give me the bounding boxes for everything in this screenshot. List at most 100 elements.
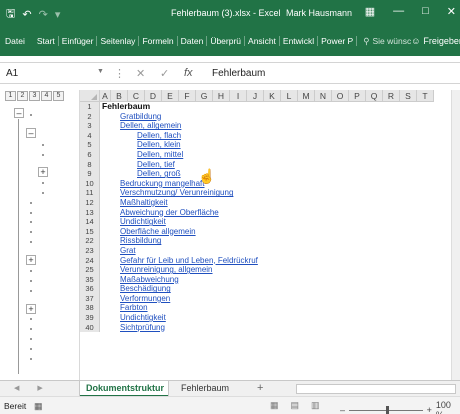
cell-link[interactable]: Dellen, allgemein — [100, 121, 181, 131]
outline-level-5[interactable]: 5 — [53, 91, 64, 101]
next-sheet-icon[interactable]: ▶ — [37, 384, 42, 392]
row-header[interactable]: 12 — [80, 197, 100, 208]
vertical-scrollbar[interactable] — [451, 90, 460, 380]
row-header[interactable]: 8 — [80, 159, 100, 170]
column-header-k[interactable]: K — [264, 90, 281, 102]
column-header-e[interactable]: E — [162, 90, 179, 102]
enter-icon[interactable]: ✓ — [160, 67, 169, 80]
outline-level-3[interactable]: 3 — [29, 91, 40, 101]
cell-link[interactable]: Verschmutzung/ Verunreinigung — [100, 188, 233, 198]
cell-link[interactable]: Dellen, flach — [100, 131, 181, 141]
page-break-view-icon[interactable]: ▥ — [311, 400, 320, 411]
row-header[interactable]: 15 — [80, 226, 100, 237]
row-header[interactable]: 38 — [80, 303, 100, 314]
tab-daten[interactable]: Daten — [178, 36, 208, 46]
column-header-s[interactable]: S — [400, 90, 417, 102]
add-sheet-button[interactable]: + — [257, 382, 263, 394]
zoom-in-icon[interactable]: + — [427, 405, 432, 414]
ribbon-display-icon[interactable]: ▦ — [365, 5, 375, 18]
cell-link[interactable]: Maßabweichung — [100, 275, 179, 285]
row-header[interactable]: 1 — [80, 102, 100, 112]
tab-entwicklertools[interactable]: Entwickl — [280, 36, 319, 46]
cell-link[interactable]: Gefahr für Leib und Leben, Feldrückruf — [100, 256, 258, 266]
column-header-p[interactable]: P — [349, 90, 366, 102]
column-header-m[interactable]: M — [298, 90, 315, 102]
row-header[interactable]: 35 — [80, 274, 100, 285]
tab-datei[interactable]: Datei — [0, 36, 34, 46]
outline-level-1[interactable]: 1 — [5, 91, 16, 101]
row-header[interactable]: 39 — [80, 313, 100, 323]
cell-link[interactable]: Dellen, mittel — [100, 150, 183, 160]
customize-qat-icon[interactable]: ▾ — [55, 8, 61, 21]
cell-link[interactable]: Maßhaltigkeit — [100, 198, 168, 208]
row-header[interactable]: 5 — [80, 140, 100, 150]
row-header[interactable]: 13 — [80, 207, 100, 218]
tab-power-pivot[interactable]: Power P — [318, 36, 358, 46]
tab-seitenlayout[interactable]: Seitenlay — [97, 36, 140, 46]
tab-ansicht[interactable]: Ansicht — [245, 36, 280, 46]
column-header-n[interactable]: N — [315, 90, 332, 102]
redo-icon[interactable]: ↷ — [39, 8, 48, 21]
user-name[interactable]: Mark Hausmann — [286, 8, 352, 18]
outline-level-2[interactable]: 2 — [17, 91, 28, 101]
cell-link[interactable]: Verformungen — [100, 294, 170, 304]
zoom-out-icon[interactable]: – — [340, 405, 345, 414]
row-header[interactable]: 40 — [80, 322, 100, 333]
page-layout-view-icon[interactable]: ▤ — [291, 400, 300, 411]
row-header[interactable]: 3 — [80, 121, 100, 131]
cell-link[interactable]: Dellen, groß — [100, 169, 181, 179]
row-header[interactable]: 2 — [80, 111, 100, 122]
undo-icon[interactable]: ↶ — [22, 8, 31, 21]
cell-link[interactable]: Undichtigkeit — [100, 313, 166, 323]
column-header-r[interactable]: R — [383, 90, 400, 102]
row-header[interactable]: 22 — [80, 236, 100, 246]
previous-sheet-icon[interactable]: ◀ — [14, 384, 19, 392]
row-header[interactable]: 36 — [80, 284, 100, 294]
normal-view-icon[interactable]: ▦ — [270, 400, 279, 411]
cancel-icon[interactable]: ✕ — [136, 67, 145, 80]
row-header[interactable]: 4 — [80, 130, 100, 141]
cell-link[interactable]: Dellen, tief — [100, 160, 175, 170]
zoom-slider-knob[interactable] — [386, 405, 390, 414]
cell-link[interactable]: Abweichung der Oberfläche — [100, 208, 219, 218]
cell-link[interactable]: Dellen, klein — [100, 140, 181, 150]
tell-me-box[interactable]: ⚲ Sie wünsc — [357, 36, 411, 47]
macro-record-icon[interactable]: ▦ — [34, 401, 43, 412]
cell-link[interactable]: Oberfläche allgemein — [100, 227, 196, 237]
expand-icon[interactable]: + — [38, 167, 48, 177]
collapse-icon[interactable]: – — [14, 108, 24, 118]
formula-input[interactable]: Fehlerbaum — [212, 68, 265, 79]
tab-ueberpruefen[interactable]: Überprü — [207, 36, 246, 46]
cell-link[interactable]: Farbton — [100, 303, 148, 313]
expand-icon[interactable]: + — [26, 304, 36, 314]
column-header-i[interactable]: I — [230, 90, 247, 102]
name-box[interactable]: A1 — [6, 68, 18, 79]
sheet-tab-dokumentstruktur[interactable]: Dokumentstruktur — [80, 381, 168, 397]
chevron-down-icon[interactable]: ▼ — [97, 68, 104, 75]
row-header[interactable]: 24 — [80, 255, 100, 266]
cell-link[interactable]: Sichtprüfung — [100, 323, 165, 333]
save-icon[interactable]: 🖫 — [6, 5, 15, 24]
row-header[interactable]: 10 — [80, 178, 100, 189]
share-button[interactable]: ☺ Freigeben — [411, 36, 460, 46]
cell-link[interactable]: Rissbildung — [100, 236, 161, 246]
expand-icon[interactable]: + — [26, 255, 36, 265]
column-header-o[interactable]: O — [332, 90, 349, 102]
minimize-icon[interactable]: — — [393, 5, 404, 18]
row-header[interactable]: 23 — [80, 245, 100, 256]
cell-link[interactable]: Verunreinigung, allgemein — [100, 265, 213, 275]
row-header[interactable]: 25 — [80, 265, 100, 275]
column-header-h[interactable]: H — [213, 90, 230, 102]
column-header-l[interactable]: L — [281, 90, 298, 102]
tab-formeln[interactable]: Formeln — [139, 36, 178, 46]
cell-link[interactable]: Bedruckung mangelhaft — [100, 179, 205, 189]
maximize-icon[interactable]: □ — [422, 5, 429, 18]
outline-level-4[interactable]: 4 — [41, 91, 52, 101]
insert-function-icon[interactable]: fx — [184, 67, 193, 79]
sheet-tab-fehlerbaum[interactable]: Fehlerbaum — [175, 381, 235, 397]
tab-start[interactable]: Start — [34, 36, 59, 46]
cell-link[interactable]: Beschädigung — [100, 284, 171, 294]
tab-einfuegen[interactable]: Einfüger — [59, 36, 98, 46]
collapse-icon[interactable]: – — [26, 128, 36, 138]
row-header[interactable]: 37 — [80, 293, 100, 304]
